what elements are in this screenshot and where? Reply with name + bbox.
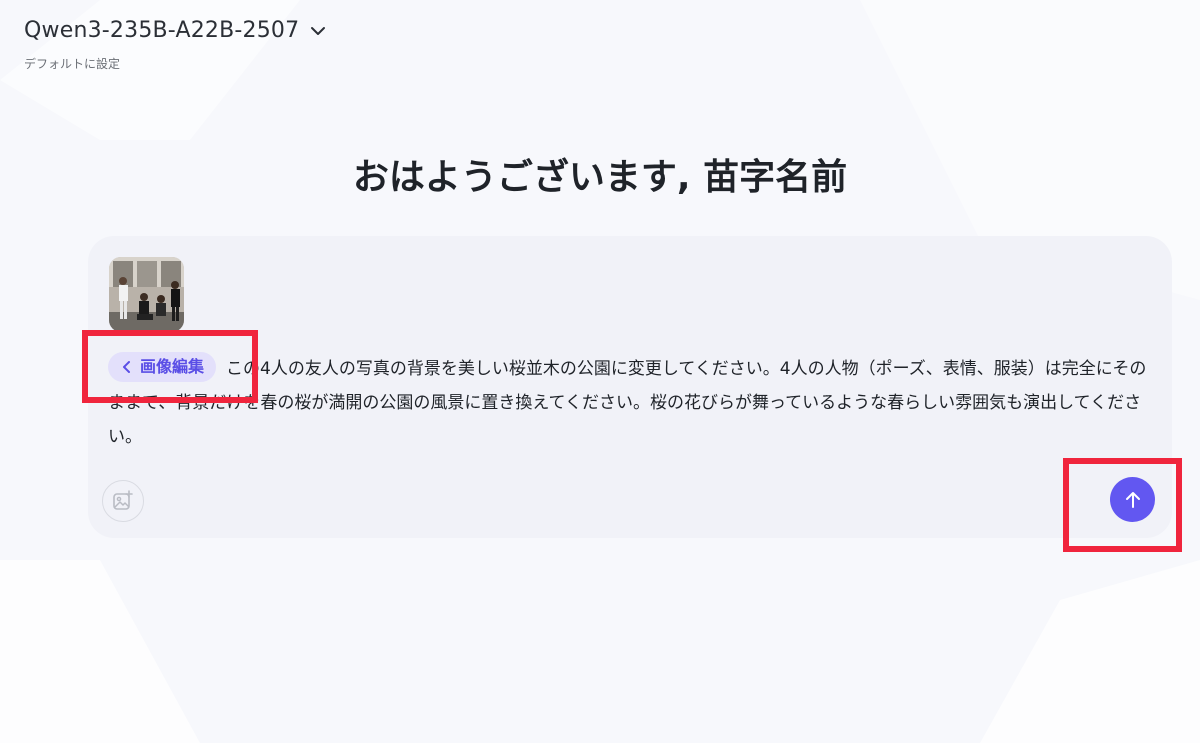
prompt-text: この4人の友人の写真の背景を美しい桜並木の公園に変更してください。4人の人物（ポ… [108, 359, 1147, 447]
attached-image-thumbnail[interactable] [109, 257, 184, 332]
chevron-left-icon [120, 360, 134, 374]
image-plus-icon [112, 490, 134, 512]
model-selector[interactable]: Qwen3-235B-A22B-2507 [24, 18, 327, 43]
image-upload-button[interactable] [102, 480, 144, 522]
image-edit-chip[interactable]: 画像編集 [108, 352, 217, 382]
chevron-down-icon [309, 22, 327, 40]
send-button[interactable] [1110, 477, 1155, 522]
arrow-up-icon [1122, 489, 1144, 511]
model-header: Qwen3-235B-A22B-2507 デフォルトに設定 [24, 18, 327, 72]
prompt-input[interactable]: 画像編集 この4人の友人の写真の背景を美しい桜並木の公園に変更してください。4人… [108, 352, 1148, 454]
model-name: Qwen3-235B-A22B-2507 [24, 18, 300, 43]
greeting-title: おはようございます, 苗字名前 [352, 157, 848, 198]
set-default-link[interactable]: デフォルトに設定 [24, 55, 327, 72]
image-edit-chip-label: 画像編集 [140, 357, 205, 376]
chat-composer: 画像編集 この4人の友人の写真の背景を美しい桜並木の公園に変更してください。4人… [88, 236, 1172, 538]
